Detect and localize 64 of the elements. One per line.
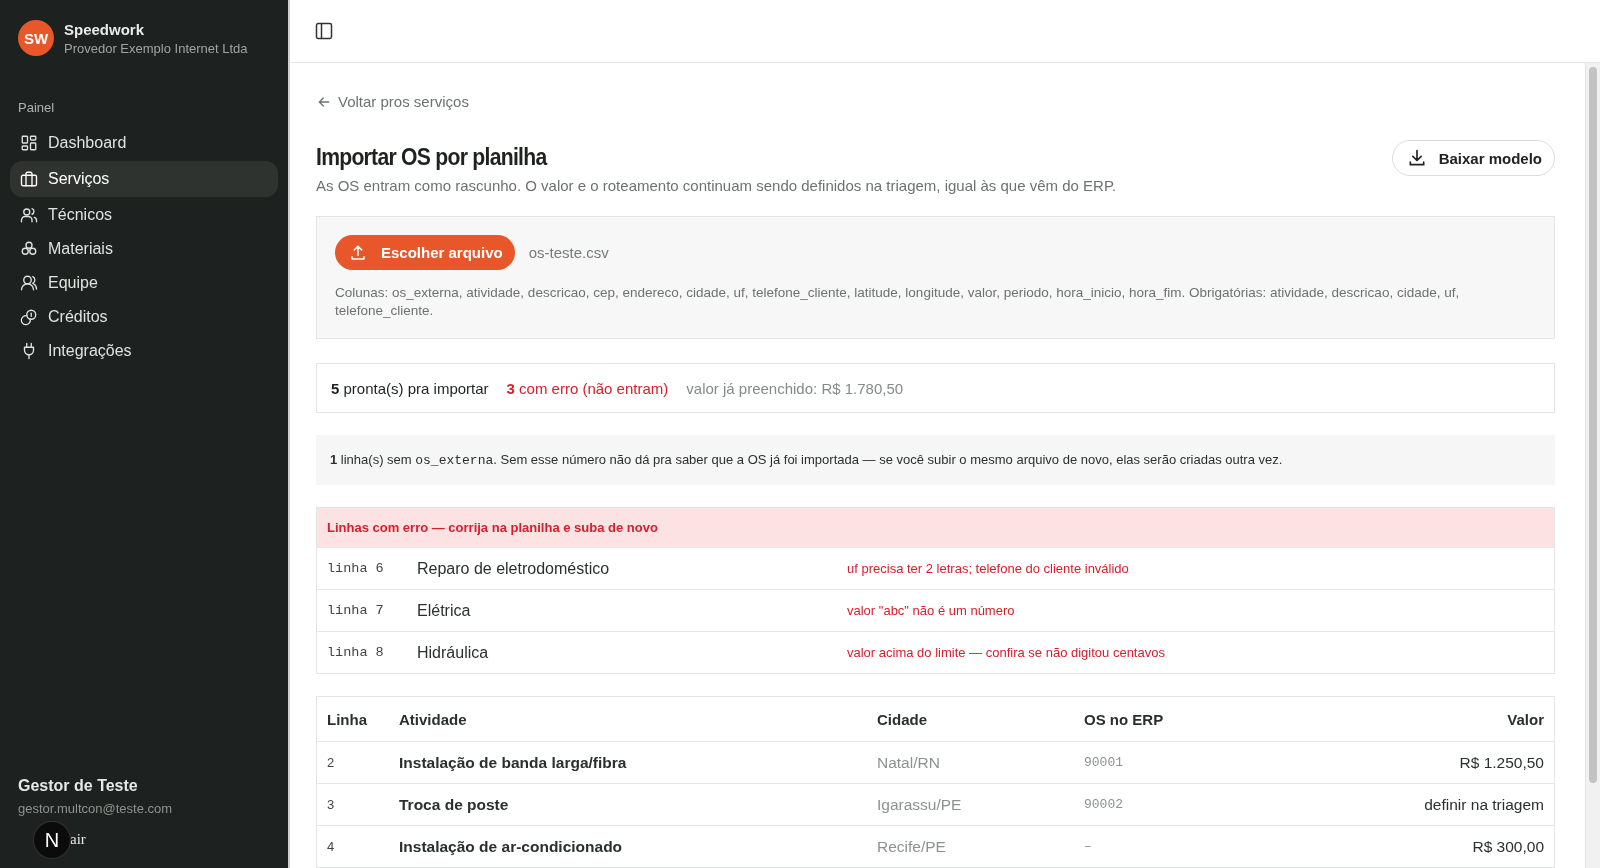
- filled-value: valor já preenchido: R$ 1.780,50: [686, 379, 904, 397]
- download-button[interactable]: Baixar modelo: [1391, 140, 1555, 176]
- nav-item[interactable]: Técnicos: [10, 199, 278, 231]
- ready-count: 5 pronta(s) pra importar: [331, 379, 489, 397]
- user-email: gestor.multcon@teste.com: [17, 801, 174, 816]
- nav-item[interactable]: Créditos: [10, 301, 278, 333]
- table-cell-text: 3: [327, 797, 336, 812]
- column-header: OS no ERP: [1084, 710, 1165, 728]
- choose-file-button[interactable]: Escolher arquivo: [335, 235, 515, 270]
- activity-name: Elétrica: [417, 601, 472, 620]
- page-title: Importar OS por planilha: [316, 144, 549, 171]
- nav-item[interactable]: Materiais: [10, 233, 278, 265]
- users-icon: [20, 274, 38, 292]
- table-cell-text: R$ 1.250,50: [1458, 753, 1544, 772]
- section-label: Painel: [18, 100, 56, 115]
- error-header: Linhas com erro — corrija na planilha e suba de novo: [317, 508, 1554, 547]
- coins-icon: [20, 308, 38, 326]
- column-header: Valor: [1506, 710, 1544, 728]
- nav-item[interactable]: Serviços: [10, 161, 278, 197]
- column-header: Atividade: [399, 710, 468, 728]
- table-cell-text: definir na triagem: [1423, 795, 1544, 814]
- column-header: Linha: [327, 710, 368, 728]
- back-link[interactable]: Voltar pros serviços: [316, 93, 469, 110]
- org-subtitle: Provedor Exemplo Internet Ltda: [64, 40, 248, 56]
- scrollbar[interactable]: [1585, 63, 1600, 868]
- table-cell-text: R$ 300,00: [1471, 837, 1544, 856]
- users-icon: [20, 206, 38, 224]
- table-cell-text: Recife/PE: [877, 837, 947, 856]
- table-cell-text: Natal/RN: [877, 753, 941, 772]
- table-cell-text: 2: [327, 755, 336, 770]
- logout-link[interactable]: air: [70, 831, 86, 848]
- activity-name: Hidráulica: [417, 643, 490, 662]
- nav-item[interactable]: Equipe: [10, 267, 278, 299]
- warning-note: 1 linha(s) sem os_externa. Sem esse número não dá pra saber que a OS já foi importada — se você subir o mesmo arquivo de novo, elas serão criadas outra vez.: [316, 435, 1555, 485]
- error-message: valor "abc" não é um número: [847, 603, 1016, 618]
- file-name: os-teste.csv: [528, 244, 609, 261]
- table-cell-text: 4: [327, 839, 336, 854]
- table-cell-text: Instalação de ar-condicionado: [399, 837, 624, 856]
- activity-name: Reparo de eletrodoméstico: [417, 559, 611, 578]
- columns-note: Colunas: os_externa, atividade, descricao, cep, endereco, cidade, uf, telefone_cliente, latitude, longitude, valor, periodo, hora_inicio, hora_fim. Obrigatórias: atividade, descricao, cidade, uf, telefone_cliente.: [335, 284, 1461, 320]
- page-subtitle: As OS entram como rascunho. O valor e o roteamento continuam sendo definidos na triagem, igual às que vêm do ERP.: [316, 177, 1117, 194]
- column-header: Cidade: [877, 710, 928, 728]
- error-message: uf precisa ter 2 letras; telefone do cliente inválido: [847, 561, 1130, 576]
- upload-icon: [349, 243, 367, 262]
- dev-badge[interactable]: N: [34, 822, 70, 858]
- table-cell-text: –: [1084, 839, 1093, 854]
- org-avatar: SW: [18, 20, 54, 56]
- error-count: 3 com erro (não entram): [506, 379, 669, 397]
- nav-item[interactable]: Dashboard: [10, 127, 278, 159]
- user-name: Gestor de Teste: [17, 777, 139, 795]
- line-number: linha 6: [327, 561, 385, 576]
- line-number: linha 7: [327, 603, 385, 618]
- briefcase-icon: [20, 170, 38, 188]
- nav-item[interactable]: Integrações: [10, 335, 278, 367]
- table-cell-text: Instalação de banda larga/fibra: [399, 753, 628, 772]
- grid-icon: [20, 134, 38, 152]
- table-cell-text: Igarassu/PE: [877, 795, 963, 814]
- table-cell-text: 90002: [1084, 797, 1124, 812]
- boxes-icon: [20, 240, 38, 258]
- line-number: linha 8: [327, 645, 385, 660]
- org-name: Speedwork: [64, 20, 146, 38]
- table-cell-text: Troca de poste: [399, 795, 510, 814]
- error-message: valor acima do limite — confira se não digitou centavos: [847, 645, 1166, 660]
- table-cell-text: 90001: [1084, 755, 1124, 770]
